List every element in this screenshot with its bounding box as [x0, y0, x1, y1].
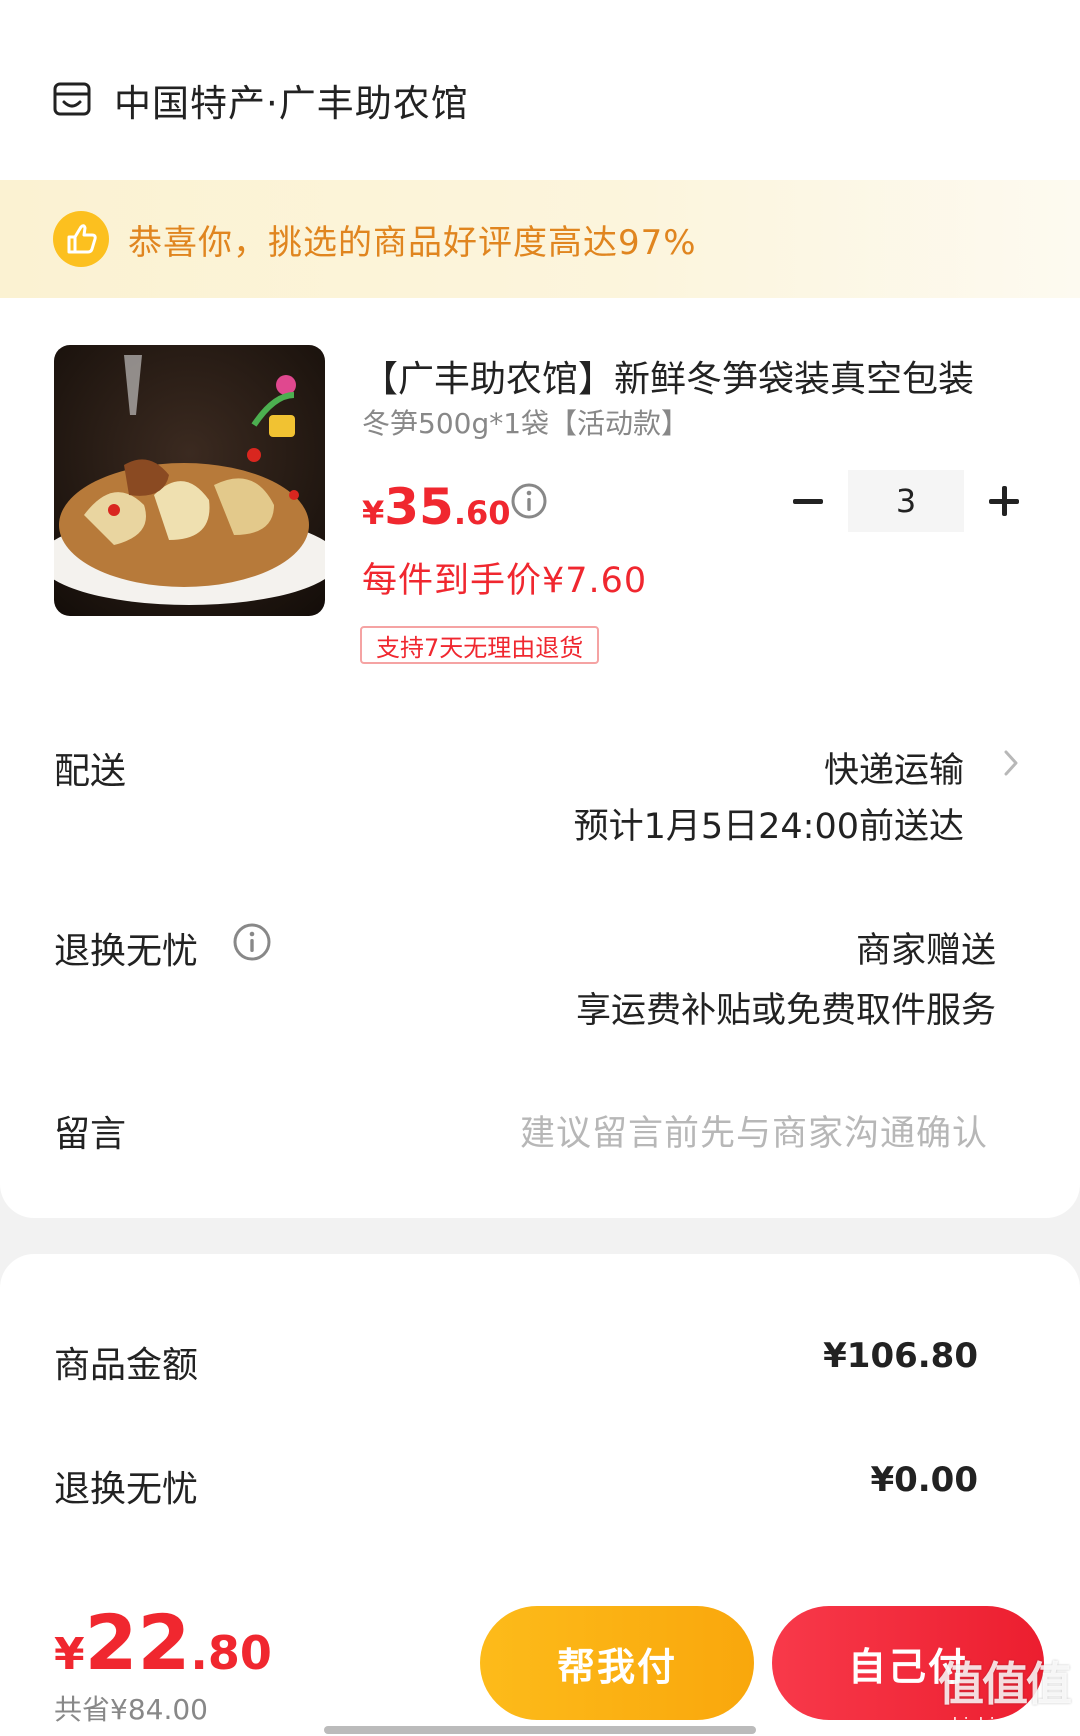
watermark-sub: zhizhizhi.com [943, 1714, 1065, 1733]
total-integer: 22 [84, 1598, 191, 1687]
minus-icon [793, 498, 823, 504]
store-name: 中国特产·广丰助农馆 [114, 82, 469, 125]
summary-row-label: 商品金额 [54, 1345, 199, 1386]
summary-row-value: ¥0.00 [870, 1460, 978, 1500]
total-decimal: .80 [190, 1626, 272, 1680]
summary-row-label: 退换无忧 [54, 1469, 199, 1510]
help-pay-button[interactable]: 帮我付 [480, 1606, 754, 1720]
delivery-method[interactable]: 快递运输 [824, 742, 964, 793]
return-service-value: 商家赠送 [855, 931, 996, 971]
saved-amount: 共省¥84.00 [54, 1693, 208, 1726]
chevron-right-icon[interactable] [1000, 748, 1022, 778]
return-info-icon[interactable] [232, 922, 272, 962]
home-indicator[interactable] [324, 1726, 756, 1734]
price-decimal: .60 [453, 494, 511, 532]
product-title[interactable]: 【广丰助农馆】新鲜冬笋袋装真空包装 [362, 350, 1026, 402]
delivery-eta: 预计1月5日24:00前送达 [573, 807, 964, 847]
summary-row-value: ¥106.80 [823, 1336, 978, 1376]
message-input[interactable]: 建议留言前先与商家沟通确认 [520, 1105, 988, 1156]
delivery-label: 配送 [54, 751, 127, 792]
quantity-decrease-button[interactable] [790, 483, 826, 519]
return-service-label: 退换无忧 [54, 931, 199, 972]
product-spec[interactable]: 冬笋500g*1袋【活动款】 [362, 402, 689, 442]
store-icon [53, 82, 91, 116]
price-integer: 35 [384, 478, 454, 536]
product-photo [54, 345, 325, 616]
price-currency: ¥ [362, 494, 385, 532]
quantity-increase-button[interactable] [986, 483, 1022, 519]
product-image[interactable] [54, 345, 325, 616]
unit-price: 每件到手价¥7.60 [362, 561, 648, 601]
return-service-desc: 享运费补贴或免费取件服务 [575, 991, 996, 1031]
quantity-input[interactable]: 3 [848, 470, 964, 532]
total-price: ¥ 22 .80 [54, 1598, 272, 1687]
rating-text: 恭喜你，挑选的商品好评度高达97% [128, 222, 697, 263]
thumbs-up-icon [53, 211, 109, 267]
store-header[interactable]: 中国特产·广丰助农馆 [52, 74, 469, 126]
message-label: 留言 [54, 1114, 127, 1155]
rating-banner: 恭喜你，挑选的商品好评度高达97% [0, 180, 1080, 298]
watermark-main: 值值值 [938, 1657, 1072, 1711]
return-policy-badge: 支持7天无理由退货 [360, 626, 600, 664]
price-info-icon[interactable] [510, 482, 548, 520]
site-watermark: 值值值 zhizhizhi.com [938, 1648, 1072, 1733]
total-currency: ¥ [54, 1629, 85, 1680]
product-price: ¥ 35 .60 [362, 478, 511, 536]
